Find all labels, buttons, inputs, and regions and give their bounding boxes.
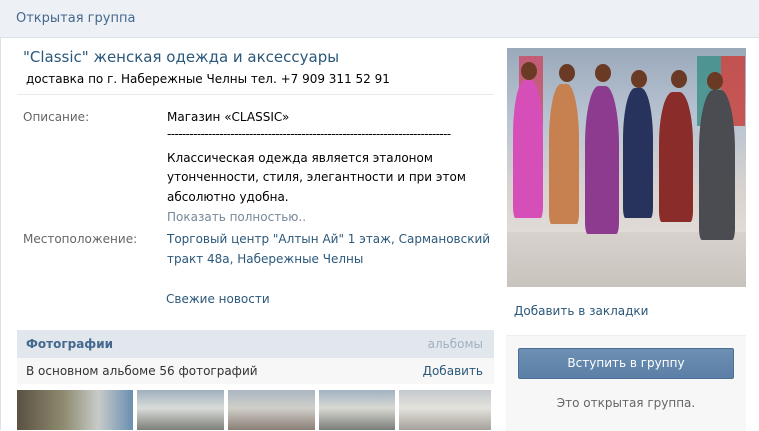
photos-title-link[interactable]: Фотографии [26,337,113,351]
description-separator: ----------------------------------------… [167,127,451,141]
location-link-line-2[interactable]: тракт 48а, Набережные Челны [167,249,363,269]
person-head [595,64,611,82]
photo-thumbnail[interactable] [17,390,133,430]
person-head [631,70,647,88]
group-status: доставка по г. Набережные Челны тел. +7 … [26,72,390,86]
photo-thumbnail[interactable] [319,390,395,430]
description-line-2: Классическая одежда является эталоном [167,151,433,165]
location-label: Местоположение: [23,232,138,246]
person-head [707,72,723,90]
person-figure [623,88,653,218]
description-line-1: Магазин «CLASSIC» [167,110,290,124]
person-head [559,64,575,82]
person-figure [585,86,619,234]
person-figure [513,80,543,218]
divider [17,94,494,95]
photo-thumbnail[interactable] [228,390,315,430]
person-figure [549,84,579,224]
albums-link[interactable]: альбомы [428,337,483,351]
add-photo-link[interactable]: Добавить [423,364,483,378]
open-group-note: Это открытая группа. [556,396,696,410]
add-bookmark-link[interactable]: Добавить в закладки [514,304,648,318]
photo-thumbnail[interactable] [137,390,224,430]
person-head [671,70,687,88]
news-link[interactable]: Свежие новости [166,292,270,306]
person-figure [659,92,693,222]
person-figure [699,90,735,240]
show-more-link[interactable]: Показать полностью.. [167,210,306,224]
location-link-line-1[interactable]: Торговый центр "Алтын Ай" 1 этаж, Сарман… [167,229,490,249]
content-border [0,37,1,430]
photo-floor [507,232,746,287]
join-group-button[interactable]: Вступить в группу [518,348,734,379]
photos-count: В основном альбоме 56 фотографий [26,364,258,378]
page-title: Открытая группа [16,11,136,26]
description-label: Описание: [23,110,90,124]
page-header-bar: Открытая группа [0,0,759,38]
photo-thumbnail[interactable] [399,390,491,430]
person-head [521,62,537,80]
group-avatar-photo[interactable] [507,48,746,287]
group-name: "Classic" женская одежда и аксессуары [23,48,340,66]
description-line-4: абсолютно удобна. [167,190,289,204]
description-line-3: утонченности, стиля, элегантности и при … [167,170,466,184]
